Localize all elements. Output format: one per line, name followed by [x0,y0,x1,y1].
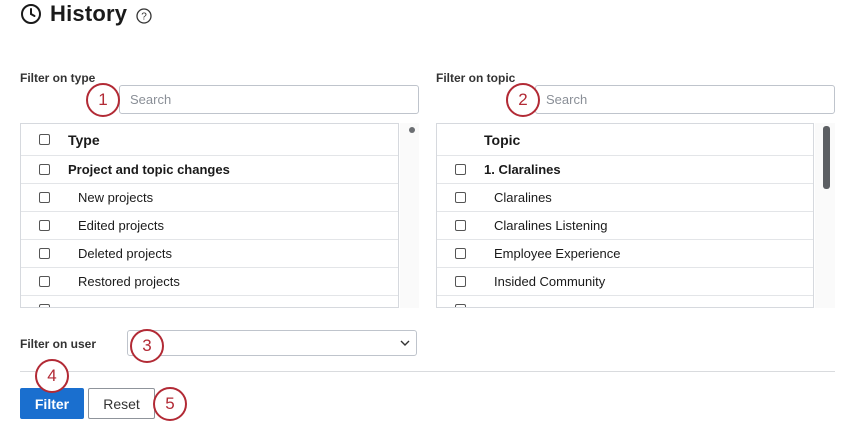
list-item-label: 1. Claralines [484,162,561,177]
list-item[interactable]: Insided Community [437,268,813,296]
list-item[interactable]: Edited projects [21,212,398,240]
checkbox[interactable] [455,248,466,259]
checkbox[interactable] [455,164,466,175]
callout-badge: 2 [506,83,540,117]
checkbox[interactable] [455,192,466,203]
list-item-label: Claralines [494,190,552,205]
list-item[interactable]: Restored projects [21,268,398,296]
topic-list-header: Topic [437,124,813,156]
list-item-label: Employee Experience [494,246,621,261]
checkbox[interactable] [455,276,466,287]
topic-search-input[interactable] [546,92,834,107]
checkbox[interactable] [39,220,50,231]
list-item[interactable]: Claralines Listening [437,212,813,240]
list-item[interactable]: 1. Claralines [437,156,813,184]
list-item-partial[interactable] [437,296,813,307]
list-item-label: Project and topic changes [68,162,230,177]
checkbox[interactable] [39,164,50,175]
callout-badge: 5 [153,387,187,421]
help-circle-icon[interactable]: ? [136,7,152,24]
list-item-partial[interactable] [21,296,398,307]
topic-search-field[interactable] [535,85,835,114]
page-header: History ? [20,0,152,28]
list-item-label: Claralines Listening [494,218,608,233]
list-item[interactable]: Employee Experience [437,240,813,268]
page-title: History [50,1,128,26]
type-filter-label: Filter on type [20,71,96,85]
type-column-header: Type [68,131,100,148]
topic-column-header: Topic [484,131,521,148]
topic-list-scrollbar[interactable] [815,123,835,308]
checkbox[interactable] [39,248,50,259]
chevron-down-icon [400,340,410,346]
svg-text:?: ? [141,11,147,22]
topic-list: Topic 1. Claralines Claralines Claraline… [436,123,814,308]
callout-badge: 3 [130,329,164,363]
list-item[interactable]: Project and topic changes [21,156,398,184]
select-all-types-checkbox[interactable] [39,134,50,145]
list-item[interactable]: Claralines [437,184,813,212]
checkbox[interactable] [39,192,50,203]
reset-button[interactable]: Reset [88,388,155,419]
list-item-label: Insided Community [494,274,606,289]
type-list-scrollbar[interactable] [400,123,419,308]
type-search-field[interactable] [119,85,419,114]
scrollbar-thumb[interactable] [823,126,830,189]
callout-badge: 1 [86,83,120,117]
list-item-label: New projects [78,190,154,205]
list-item-label: Deleted projects [78,246,172,261]
checkbox[interactable] [455,304,466,307]
divider [20,371,835,372]
list-item[interactable]: New projects [21,184,398,212]
user-filter-label: Filter on user [20,337,97,351]
scrollbar-thumb[interactable] [409,127,415,133]
checkbox[interactable] [39,276,50,287]
type-list-header: Type [21,124,398,156]
user-select[interactable] [127,330,417,356]
checkbox[interactable] [455,220,466,231]
topic-filter-label: Filter on topic [436,71,516,85]
checkbox[interactable] [39,304,50,307]
clock-icon [21,4,41,24]
list-item[interactable]: Deleted projects [21,240,398,268]
list-item-label: Edited projects [78,218,164,233]
type-list: Type Project and topic changes New proje… [20,123,399,308]
list-item-label: Restored projects [78,274,180,289]
type-search-input[interactable] [130,92,418,107]
callout-badge: 4 [35,359,69,393]
